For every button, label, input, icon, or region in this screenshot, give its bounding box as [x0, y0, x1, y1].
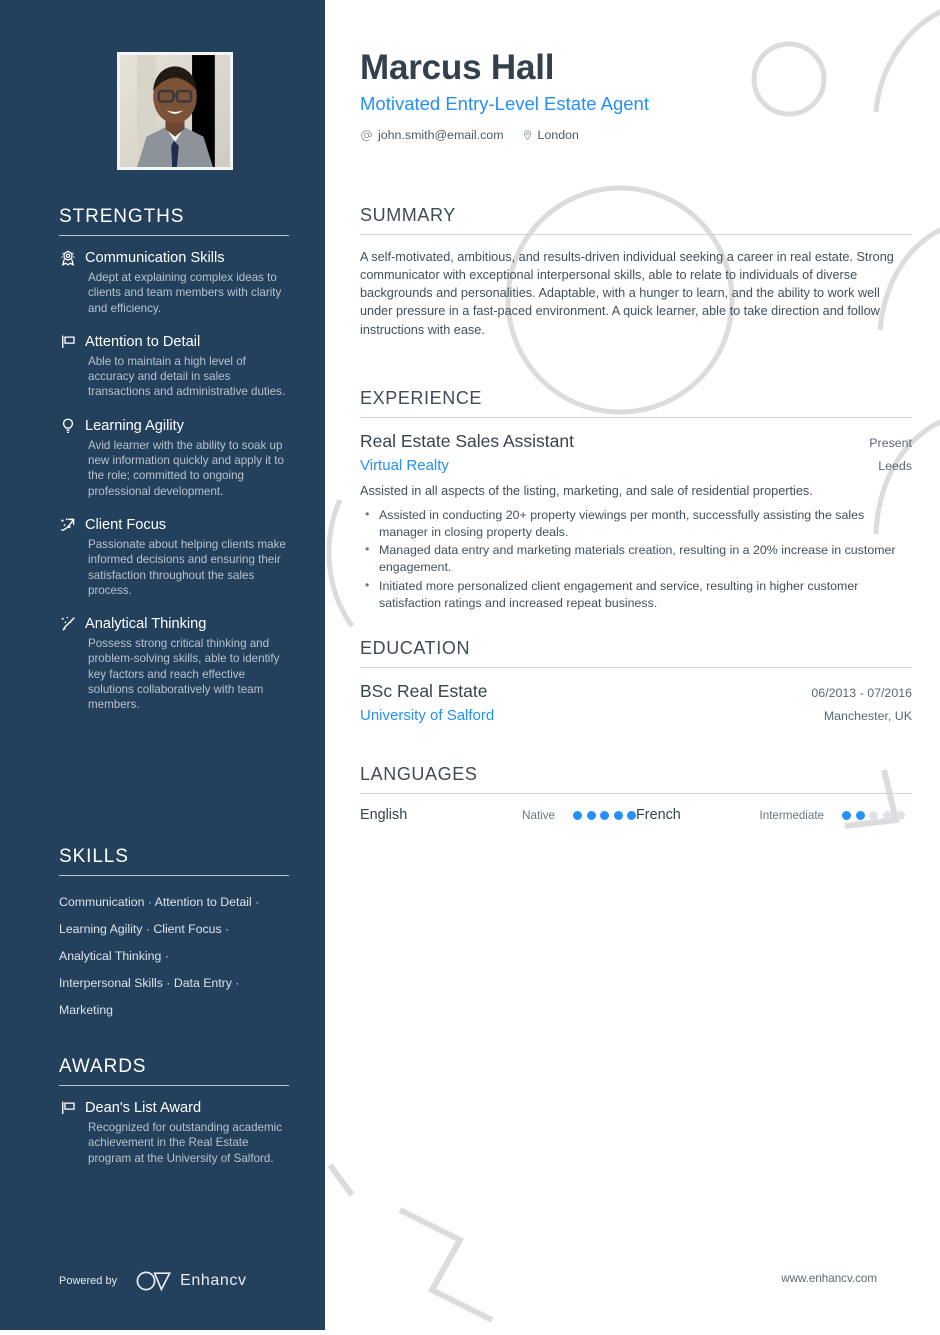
strength-desc: Possess strong critical thinking and pro… [88, 637, 280, 712]
strength-title: Attention to Detail [85, 333, 201, 350]
strength-item: Analytical Thinking Possess strong criti… [59, 615, 289, 712]
experience-company[interactable]: Virtual Realty [360, 457, 449, 474]
strengths-heading: STRENGTHS [59, 206, 289, 236]
contact-email-value: john.smith@email.com [378, 128, 504, 142]
contact-list: john.smith@email.com London [360, 128, 579, 142]
strength-desc: Adept at explaining complex ideas to cli… [88, 271, 282, 315]
at-icon [361, 129, 372, 141]
proficiency-dot [882, 810, 892, 820]
strength-item: Attention to Detail Able to maintain a h… [59, 333, 289, 400]
language-name: French [636, 807, 681, 823]
avatar [117, 52, 233, 170]
proficiency-dot [896, 810, 905, 820]
proficiency-dot [573, 810, 582, 820]
skill-line: Analytical Thinking · [59, 949, 169, 964]
growth-arrow-icon [61, 518, 75, 531]
main-content: Marcus Hall Motivated Entry-Level Estate… [325, 0, 940, 1330]
sidebar-section-awards: AWARDS Dean's List Award Recognized for … [59, 1056, 289, 1183]
award-title: Dean's List Award [85, 1100, 202, 1116]
strength-item: Communication Skills Adept at explaining… [59, 249, 289, 316]
experience-date: Present [869, 436, 912, 450]
strength-item: Learning Agility Avid learner with the a… [59, 417, 289, 499]
awards-heading: AWARDS [59, 1056, 289, 1086]
proficiency-dot [855, 810, 865, 820]
language-item: French Intermediate [636, 807, 905, 823]
languages-heading: LANGUAGES [360, 764, 912, 794]
award-item: Dean's List Award Recognized for outstan… [59, 1099, 289, 1166]
experience-bullet-list: Assisted in conducting 20+ property view… [360, 506, 912, 612]
experience-intro: Assisted in all aspects of the listing, … [360, 484, 813, 498]
page-title: Marcus Hall [360, 48, 555, 87]
education-date: 06/2013 - 07/2016 [811, 686, 912, 700]
location-pin-icon [523, 129, 531, 141]
experience-location: Leeds [878, 459, 912, 473]
section-education: EDUCATION BSc Real Estate 06/2013 - 07/2… [360, 638, 912, 724]
profile-photo [120, 55, 230, 167]
education-location: Manchester, UK [823, 709, 912, 723]
language-list: English Native French Intermediate [360, 807, 912, 823]
education-heading: EDUCATION [360, 638, 912, 668]
summary-heading: SUMMARY [360, 205, 912, 235]
lightbulb-icon [62, 418, 74, 433]
magic-wand-icon [61, 616, 75, 631]
skill-line: Marketing [59, 1003, 113, 1018]
proficiency-dot [869, 810, 878, 820]
section-experience: EXPERIENCE Real Estate Sales Assistant P… [360, 388, 912, 613]
strength-desc: Avid learner with the ability to soak up… [88, 438, 284, 498]
strength-desc: Passionate about helping clients make in… [88, 537, 286, 597]
powered-by-label: Powered by [59, 1275, 118, 1287]
sidebar: STRENGTHS Communication Skills Adept at … [0, 0, 325, 1330]
experience-heading: EXPERIENCE [360, 388, 912, 418]
list-item: Initiated more personalized client engag… [360, 577, 912, 612]
enhancv-wordmark: Enhancv [180, 1272, 247, 1289]
skills-heading: SKILLS [59, 846, 289, 876]
section-summary: SUMMARY A self-motivated, ambitious, and… [360, 205, 912, 339]
language-proficiency-dots [573, 810, 636, 820]
sidebar-footer: Powered by Enhancv [59, 1270, 247, 1292]
list-item: Managed data entry and marketing materia… [360, 541, 912, 576]
experience-job-title: Real Estate Sales Assistant [360, 431, 574, 451]
sidebar-section-strengths: STRENGTHS Communication Skills Adept at … [59, 206, 289, 730]
education-degree: BSc Real Estate [360, 681, 488, 701]
education-entry: BSc Real Estate 06/2013 - 07/2016 Univer… [360, 681, 912, 724]
proficiency-dot [600, 810, 609, 820]
skill-line: Learning Agility · Client Focus · [59, 922, 230, 937]
contact-location-value: London [537, 128, 579, 142]
language-item: English Native [360, 807, 636, 823]
flag-icon [62, 335, 75, 348]
language-level: Native [522, 808, 555, 822]
proficiency-dot [586, 810, 596, 820]
contact-email[interactable]: john.smith@email.com [360, 128, 504, 142]
strength-item: Client Focus Passionate about helping cl… [59, 516, 289, 598]
language-name: English [360, 807, 408, 823]
strength-title: Learning Agility [85, 417, 184, 434]
job-role-subtitle: Motivated Entry-Level Estate Agent [360, 93, 649, 114]
flag-icon [62, 1101, 75, 1114]
list-item: Assisted in conducting 20+ property view… [360, 506, 912, 541]
section-languages: LANGUAGES English Native French Intermed… [360, 764, 912, 823]
summary-text: A self-motivated, ambitious, and results… [360, 250, 894, 337]
strength-title: Communication Skills [85, 250, 225, 266]
enhancv-logo: Enhancv [135, 1270, 246, 1292]
award-desc: Recognized for outstanding academic achi… [88, 1121, 282, 1165]
sidebar-section-skills: SKILLS Communication · Attention to Deta… [59, 846, 289, 1024]
proficiency-dot [842, 810, 851, 820]
proficiency-dot [613, 810, 623, 820]
strength-title: Analytical Thinking [85, 616, 207, 633]
proficiency-dot [627, 810, 636, 820]
education-school[interactable]: University of Salford [360, 707, 494, 724]
strength-desc: Able to maintain a high level of accurac… [88, 354, 286, 399]
language-level: Intermediate [759, 808, 824, 822]
experience-entry: Real Estate Sales Assistant Present Virt… [360, 431, 912, 612]
strength-title: Client Focus [85, 516, 167, 533]
skill-line: Communication · Attention to Detail · [59, 895, 260, 909]
enhancv-mark-icon [136, 1271, 172, 1292]
award-badge-icon [61, 250, 75, 266]
contact-location: London [522, 128, 579, 142]
language-proficiency-dots [842, 810, 905, 820]
skill-line: Interpersonal Skills · Data Entry · [59, 976, 240, 991]
